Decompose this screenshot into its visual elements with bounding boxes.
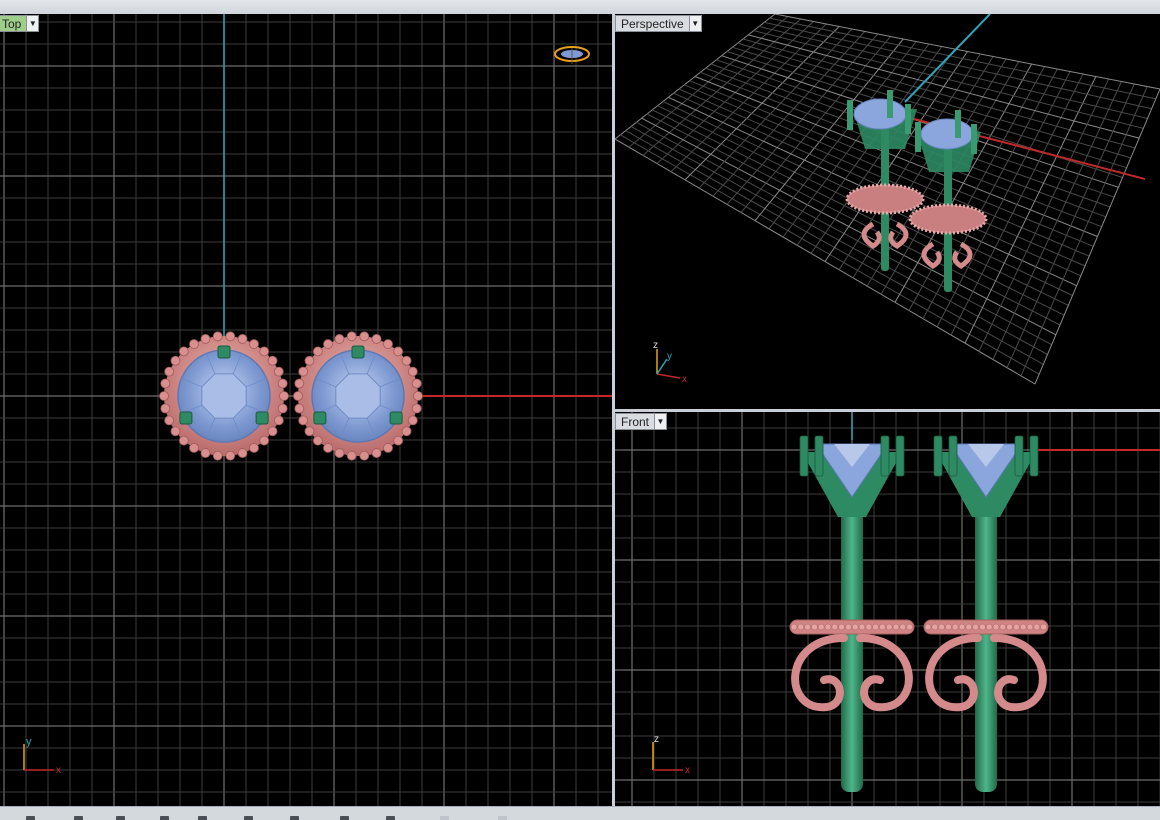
earring[interactable] [923, 435, 1049, 792]
window-top-strip [0, 0, 1160, 14]
viewport-tab-label: Front [621, 414, 650, 429]
viewport-tab-perspective[interactable]: Perspective ▼ [615, 15, 702, 32]
status-icon[interactable] [440, 816, 449, 820]
viewport-tab-front[interactable]: Front ▼ [615, 413, 668, 430]
status-icon[interactable] [290, 816, 299, 820]
status-icon[interactable] [340, 816, 349, 820]
axis-z-label: z [653, 340, 658, 351]
front-view-canvas: z x [615, 412, 1160, 806]
status-icon[interactable] [26, 816, 35, 820]
status-icon[interactable] [74, 816, 83, 820]
status-icon[interactable] [116, 816, 125, 820]
viewport-tab-top[interactable]: Top ▼ [0, 15, 40, 32]
perspective-view-canvas: z y x [615, 14, 1160, 385]
status-icon[interactable] [386, 816, 395, 820]
status-icon[interactable] [244, 816, 253, 820]
status-icon[interactable] [198, 816, 207, 820]
viewport-front[interactable]: Front ▼ z x [615, 412, 1160, 806]
status-icon[interactable] [160, 816, 169, 820]
earring[interactable] [789, 435, 915, 792]
axis-x-label: x [56, 765, 61, 776]
status-icon[interactable] [498, 816, 507, 820]
top-view-canvas: y x [0, 14, 612, 806]
viewport-top[interactable]: Top ▼ y x [0, 14, 612, 806]
earring[interactable] [293, 331, 423, 461]
status-bar [0, 806, 1160, 820]
chevron-down-icon[interactable]: ▼ [654, 414, 667, 429]
viewport-perspective[interactable]: Perspective ▼ z y x [615, 14, 1160, 409]
viewport-tab-label: Top [2, 16, 22, 31]
axis-y-label: y [26, 736, 32, 748]
view-gizmo-icon[interactable] [554, 46, 590, 64]
axis-x-label: x [682, 374, 687, 385]
axis-z-label: z [654, 734, 659, 745]
chevron-down-icon[interactable]: ▼ [688, 16, 701, 31]
chevron-down-icon[interactable]: ▼ [26, 16, 39, 31]
earring[interactable] [159, 331, 289, 461]
axis-indicator-top: y x [23, 736, 61, 776]
axis-indicator-perspective: z y x [653, 340, 687, 385]
axis-y-label: y [667, 351, 672, 362]
earrings-front-view[interactable] [789, 435, 1049, 792]
viewport-tab-label: Perspective [621, 16, 684, 31]
axis-indicator-front: z x [652, 734, 690, 776]
axis-x-label: x [685, 765, 690, 776]
